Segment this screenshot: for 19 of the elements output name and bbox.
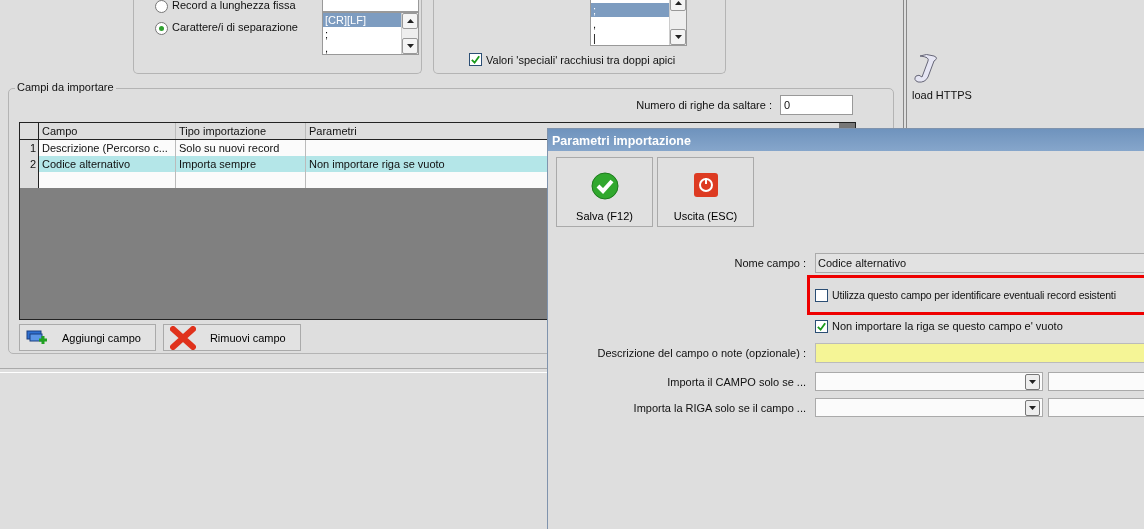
radio-label: Carattere/i di separazione (172, 21, 299, 33)
row-number: 2 (20, 156, 39, 172)
table-cell: Importa sempre (176, 156, 306, 172)
table-cell: Descrizione (Percorso c... (39, 140, 176, 156)
table-cell: Solo su nuovi record (176, 140, 306, 156)
radio-label: Record a lunghezza fissa (172, 0, 297, 11)
field-label: Descrizione del campo o note (opzionale) : (596, 347, 806, 359)
field-label: Importa la RIGA solo se il campo ... (632, 401, 806, 414)
checkbox-label: Non importare la riga se questo campo e' vuoto (832, 320, 1063, 332)
table-cell: Codice alternativo (39, 156, 176, 172)
checkbox-label: Utilizza questo campo per identificare eventuali record esistenti (832, 289, 1116, 301)
dialog-title: Parametri importazione (548, 129, 1144, 151)
row-number: 1 (20, 140, 39, 156)
field-label: Importa il CAMPO solo se ... (666, 375, 806, 388)
field-name-field: Codice alternativo (815, 253, 1144, 273)
checkbox-label: Valori 'speciali' racchiusi tra doppi apici (486, 53, 676, 66)
field-label: Nome campo : (733, 257, 806, 269)
group-title: Campi da importare (15, 81, 116, 93)
skip-rows-label: Numero di righe da saltare : (636, 99, 772, 111)
